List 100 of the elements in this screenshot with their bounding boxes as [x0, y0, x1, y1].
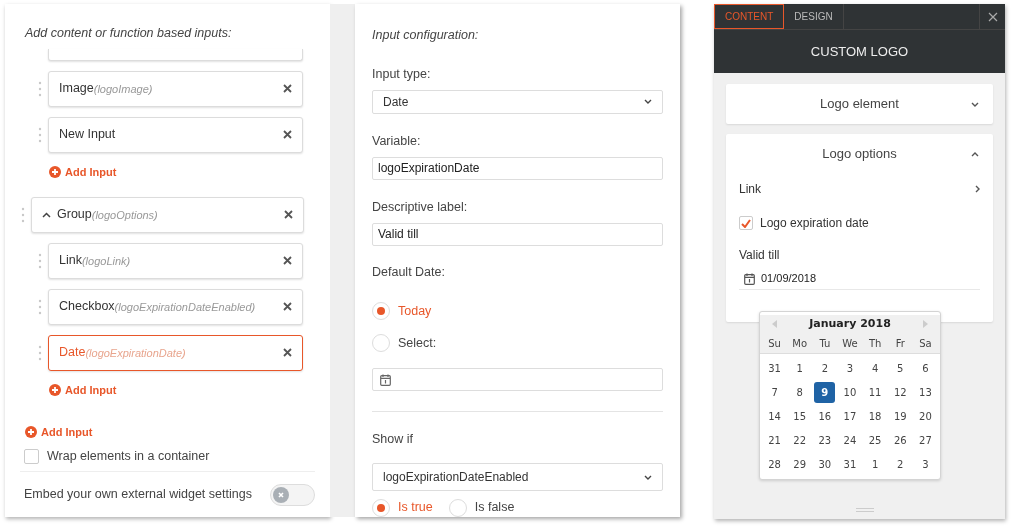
calendar-day[interactable]: 8 [789, 382, 811, 403]
calendar-day[interactable]: 31 [839, 454, 861, 475]
calendar-day[interactable]: 5 [889, 358, 911, 379]
checkbox[interactable] [739, 216, 753, 230]
radio-button[interactable] [372, 498, 390, 517]
calendar-day[interactable]: 12 [889, 382, 911, 403]
add-input-button[interactable]: Add Input [49, 380, 117, 399]
date-field[interactable] [372, 368, 663, 392]
dropdown[interactable]: Date [372, 89, 663, 115]
chevron-up-icon[interactable] [971, 151, 979, 157]
checkbox[interactable] [24, 448, 39, 464]
drag-handle-icon[interactable] [38, 297, 42, 316]
calendar-day[interactable]: 21 [764, 430, 786, 451]
variable-name: (logoOptions) [91, 207, 158, 223]
link-label[interactable]: Link [739, 180, 761, 198]
calendar-day[interactable]: 2 [814, 358, 836, 379]
previous-month-icon[interactable] [772, 320, 777, 328]
chevron-down-icon [644, 99, 652, 105]
drag-handle-icon[interactable] [38, 251, 42, 270]
tab[interactable]: CONTENT [714, 4, 785, 29]
remove-icon[interactable] [283, 302, 292, 312]
calendar-day[interactable]: 4 [864, 358, 886, 379]
calendar-day[interactable]: 23 [814, 430, 836, 451]
calendar-day[interactable]: 2 [889, 454, 911, 475]
field-label: Descriptive label: [372, 198, 469, 216]
calendar-day[interactable]: 22 [789, 430, 811, 451]
input-card[interactable]: Checkbox(logoExpirationDateEnabled) [48, 288, 303, 325]
caret-icon[interactable] [42, 211, 51, 218]
radio-label: Select: [398, 334, 437, 352]
date-field[interactable]: 01/09/2018 [739, 268, 980, 290]
calendar-day[interactable]: 19 [889, 406, 911, 427]
calendar-day[interactable]: 6 [914, 358, 936, 379]
plus-icon [25, 425, 37, 438]
remove-icon[interactable] [283, 84, 292, 94]
section-title[interactable]: Logo options [748, 144, 971, 164]
weekday-label: We [841, 336, 859, 351]
calendar-day[interactable]: 1 [864, 454, 886, 475]
calendar-day[interactable]: 25 [864, 430, 886, 451]
remove-icon[interactable] [283, 130, 292, 140]
calendar-day[interactable]: 26 [889, 430, 911, 451]
calendar-day[interactable]: 14 [764, 406, 786, 427]
calendar-day[interactable]: 11 [864, 382, 886, 403]
chevron-down-icon[interactable] [971, 101, 979, 107]
input-name: Date [59, 344, 86, 362]
weekday-label: Th [867, 336, 883, 351]
drag-handle-icon[interactable] [21, 205, 25, 224]
calendar-day[interactable]: 3 [839, 358, 861, 379]
chevron-right-icon[interactable] [975, 185, 980, 193]
plus-icon [49, 165, 61, 178]
radio-button[interactable] [448, 498, 467, 517]
calendar-day[interactable]: 13 [914, 382, 936, 403]
calendar-icon [380, 373, 391, 386]
text-field[interactable]: logoExpirationDate [372, 156, 663, 180]
text-field[interactable]: Valid till [372, 222, 663, 246]
calendar-day[interactable]: 28 [764, 454, 786, 475]
calendar-day[interactable]: 31 [764, 358, 786, 379]
calendar-day[interactable]: 30 [814, 454, 836, 475]
dropdown[interactable]: logoExpirationDateEnabled [372, 463, 663, 492]
add-input-button[interactable]: Add Input [49, 162, 117, 181]
input-card[interactable]: New Input [48, 116, 303, 153]
add-input-button[interactable]: Add Input [25, 422, 93, 441]
calendar-day[interactable]: 1 [789, 358, 811, 379]
calendar-day[interactable]: 18 [864, 406, 886, 427]
resize-handle[interactable] [856, 508, 874, 512]
section-title[interactable]: Logo element [748, 94, 971, 114]
input-card[interactable] [48, 48, 303, 61]
radio-button[interactable] [372, 334, 390, 353]
calendar-day[interactable]: 29 [789, 454, 811, 475]
calendar-day[interactable]: 15 [789, 406, 811, 427]
remove-icon[interactable] [283, 348, 292, 358]
calendar-day[interactable]: 27 [914, 430, 936, 451]
calendar-day[interactable]: 7 [764, 382, 786, 403]
calendar-day[interactable]: 17 [839, 406, 861, 427]
input-card[interactable]: Image(logoImage) [48, 70, 303, 107]
section-heading: Input configuration: [372, 27, 480, 44]
remove-icon[interactable] [284, 210, 293, 220]
field-label: Valid till [739, 247, 781, 264]
drag-handle-icon[interactable] [38, 343, 42, 362]
tab[interactable]: DESIGN [784, 4, 844, 29]
plus-icon [49, 383, 61, 396]
radio-button[interactable] [372, 302, 390, 321]
calendar-day[interactable]: 10 [839, 382, 861, 403]
input-card[interactable]: Date(logoExpirationDate) [48, 334, 303, 371]
calendar-day[interactable]: 16 [814, 406, 836, 427]
drag-handle-icon[interactable] [38, 125, 42, 144]
close-icon [987, 11, 998, 22]
calendar-day[interactable]: 9 [814, 382, 836, 403]
calendar-day[interactable]: 3 [914, 454, 936, 475]
field-label: Variable: [372, 132, 422, 150]
variable-name: (logoImage) [93, 81, 153, 97]
remove-icon[interactable] [283, 256, 292, 266]
toggle-switch[interactable] [270, 483, 315, 506]
calendar-day[interactable]: 24 [839, 430, 861, 451]
input-card[interactable]: Link(logoLink) [48, 242, 303, 279]
input-card[interactable]: Group(logoOptions) [31, 196, 304, 233]
calendar-day[interactable]: 20 [914, 406, 936, 427]
drag-handle-icon[interactable] [38, 79, 42, 98]
radio-label: Today [398, 302, 432, 320]
next-month-icon[interactable] [923, 320, 928, 328]
checkbox-label: Wrap elements in a container [47, 447, 210, 465]
